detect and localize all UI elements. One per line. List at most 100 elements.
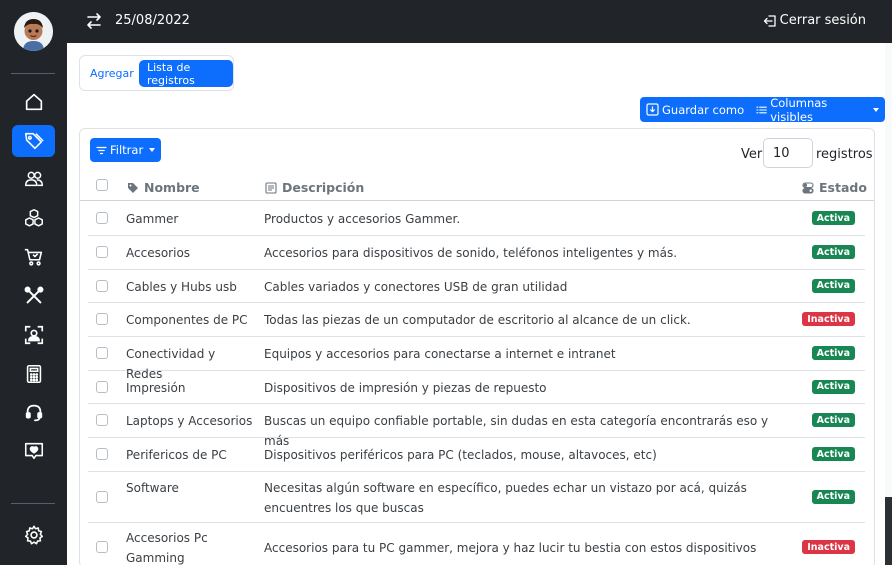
person-badge-icon: [24, 325, 43, 345]
sidebar-item-categories[interactable]: [12, 125, 55, 157]
sidebar-item-support[interactable]: [12, 397, 55, 429]
top-bar: 25/08/2022 Cerrar sesión: [67, 0, 892, 43]
sidebar-item-accounting[interactable]: [12, 358, 55, 390]
heart-chat-icon: [24, 442, 43, 460]
row-checkbox[interactable]: [96, 212, 108, 224]
cell-description: Necesitas algún software en específico, …: [264, 480, 747, 515]
table-row[interactable]: Perifericos de PC Dispositivos periférico…: [88, 438, 865, 472]
tools-icon: [24, 286, 43, 304]
status-badge: Activa: [811, 278, 855, 293]
cell-description: Dispositivos periféricos para PC (teclad…: [264, 448, 657, 462]
status-badge: Activa: [811, 245, 855, 259]
sidebar-item-users[interactable]: [12, 163, 55, 195]
sidebar-item-settings[interactable]: [12, 519, 55, 551]
page-size-prefix: Ver: [741, 147, 763, 162]
cell-description: Productos y accesorios Gammer.: [264, 212, 461, 226]
chevron-down-icon: [873, 107, 879, 112]
filter-icon: [96, 146, 107, 154]
table-row[interactable]: Componentes de PC Todas las piezas de un …: [88, 303, 865, 337]
status-badge: Activa: [811, 447, 855, 461]
visible-columns-button[interactable]: Columnas visibles: [750, 95, 885, 124]
cell-name: Software: [126, 480, 179, 495]
cart-icon: [24, 248, 42, 266]
row-checkbox[interactable]: [96, 279, 108, 292]
status-badge: Inactiva: [802, 312, 855, 326]
house-icon: [25, 93, 42, 111]
row-checkbox[interactable]: [96, 541, 108, 553]
table-row[interactable]: Gammer Productos y accesorios Gammer. Acti…: [88, 202, 865, 236]
sidebar-item-sales[interactable]: [12, 241, 55, 273]
cell-name: Cables y Hubs usb: [126, 279, 237, 294]
row-checkbox[interactable]: [96, 347, 108, 359]
table-row[interactable]: Software Necesitas algún software en espe…: [88, 472, 865, 523]
scrollbar-thumb[interactable]: [885, 497, 892, 565]
logout-button[interactable]: Cerrar sesión: [763, 13, 866, 28]
table-row[interactable]: Accesorios Pc Gamming Accesorios para tu …: [88, 523, 865, 565]
cell-description: Accesorios para tu PC gammer, mejora y h…: [264, 541, 757, 555]
select-all-checkbox[interactable]: [96, 179, 108, 191]
cell-name: Impresión: [126, 380, 186, 395]
filter-button[interactable]: Filtrar: [90, 138, 162, 162]
cell-name: Gammer: [126, 212, 179, 226]
status-badge: Activa: [811, 413, 855, 427]
table-row[interactable]: Accesorios Accesorios para dispositivos d…: [88, 236, 865, 270]
cell-description: Equipos y accesorios para conectarse a i…: [264, 347, 616, 361]
sidebar-item-employees[interactable]: [12, 319, 55, 351]
tag-icon: [128, 182, 138, 193]
status-badge: Activa: [811, 489, 855, 504]
sidebar-item-home[interactable]: [12, 86, 55, 118]
avatar[interactable]: [14, 12, 53, 51]
row-checkbox[interactable]: [96, 490, 108, 503]
sidebar-item-feedback[interactable]: [12, 435, 55, 467]
cell-name: Accesorios: [126, 246, 191, 260]
people-icon: [24, 171, 43, 187]
save-as-button[interactable]: Guardar como: [640, 97, 763, 122]
records-card: Filtrar Ver 10 registros Nombre Descripc…: [79, 128, 875, 565]
swap-arrows-icon[interactable]: [86, 12, 102, 30]
page-size-suffix: registros: [816, 147, 873, 162]
status-badge: Activa: [811, 211, 855, 225]
column-header-name[interactable]: Nombre: [127, 180, 200, 195]
visible-columns-label: Columnas visibles: [770, 95, 828, 124]
sidebar-divider: [11, 503, 55, 504]
cell-name: Perifericos de PC: [126, 448, 227, 462]
logout-icon: [763, 14, 776, 27]
sidebar: [0, 0, 67, 565]
table-row[interactable]: Impresión Dispositivos de impresión y pie…: [88, 371, 865, 404]
boxes-icon: [24, 209, 43, 227]
tab-add[interactable]: Agregar: [82, 60, 142, 87]
row-checkbox[interactable]: [96, 246, 108, 258]
save-as-label: Guardar como: [662, 102, 745, 117]
text-paragraph-icon: [265, 181, 277, 194]
sidebar-item-inventory[interactable]: [12, 202, 55, 234]
table-row[interactable]: Conectividad y Redes Equipos y accesorios…: [88, 337, 865, 381]
view-tabs: Agregar Lista de registros: [79, 55, 234, 91]
tab-record-list[interactable]: Lista de registros: [139, 60, 233, 87]
cell-description: Cables variados y conectores USB de gran…: [264, 279, 568, 294]
column-header-description[interactable]: Descripción: [265, 180, 364, 195]
table-row[interactable]: Cables y Hubs usb Cables variados y conec…: [88, 270, 865, 303]
logout-label: Cerrar sesión: [779, 13, 866, 28]
sidebar-item-services[interactable]: [12, 280, 55, 312]
calculator-icon: [26, 364, 41, 384]
main-content: Agregar Lista de registros Guardar como …: [67, 43, 885, 565]
scrollbar-track[interactable]: [885, 43, 892, 565]
status-badge: Activa: [811, 379, 855, 394]
list-icon: [756, 106, 767, 113]
column-label-name: Nombre: [144, 180, 200, 195]
table-header: Nombre Descripción Estado: [80, 171, 874, 201]
cell-name: Laptops y Accesorios: [126, 414, 253, 428]
row-checkbox[interactable]: [96, 414, 108, 426]
gear-icon: [24, 525, 43, 545]
download-icon: [646, 103, 659, 116]
tags-icon: [24, 132, 44, 150]
toggles-icon: [802, 181, 814, 194]
row-checkbox[interactable]: [96, 380, 108, 393]
table-row[interactable]: Laptops y Accesorios Buscas un equipo con…: [88, 404, 865, 448]
column-label-description: Descripción: [282, 180, 365, 195]
status-badge: Inactiva: [802, 540, 855, 554]
row-checkbox[interactable]: [96, 313, 108, 325]
page-size-input[interactable]: 10: [763, 138, 813, 168]
column-header-status[interactable]: Estado: [802, 180, 867, 195]
row-checkbox[interactable]: [96, 448, 108, 460]
